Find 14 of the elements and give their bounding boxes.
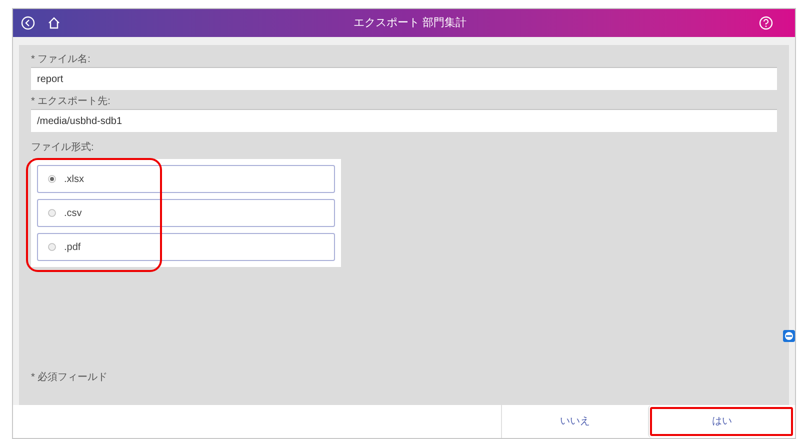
home-icon[interactable]	[47, 16, 61, 30]
side-tab-icon[interactable]	[783, 330, 795, 342]
dialog-button[interactable]: はい	[648, 405, 795, 438]
field-label: ファイル形式:	[31, 141, 95, 155]
radio-option[interactable]: .pdf	[37, 233, 335, 261]
back-icon[interactable]	[21, 16, 35, 30]
text-field[interactable]: report	[31, 68, 777, 90]
help-icon[interactable]	[759, 16, 773, 30]
text-field[interactable]: /media/usbhd-sdb1	[31, 110, 777, 132]
required-note: * 必須フィールド	[31, 370, 109, 385]
header-title: エクスポート 部門集計	[353, 16, 467, 31]
radio-option[interactable]: .xlsx	[37, 165, 335, 193]
dialog-button[interactable]: いいえ	[501, 405, 648, 438]
radio-option[interactable]: .csv	[37, 199, 335, 227]
